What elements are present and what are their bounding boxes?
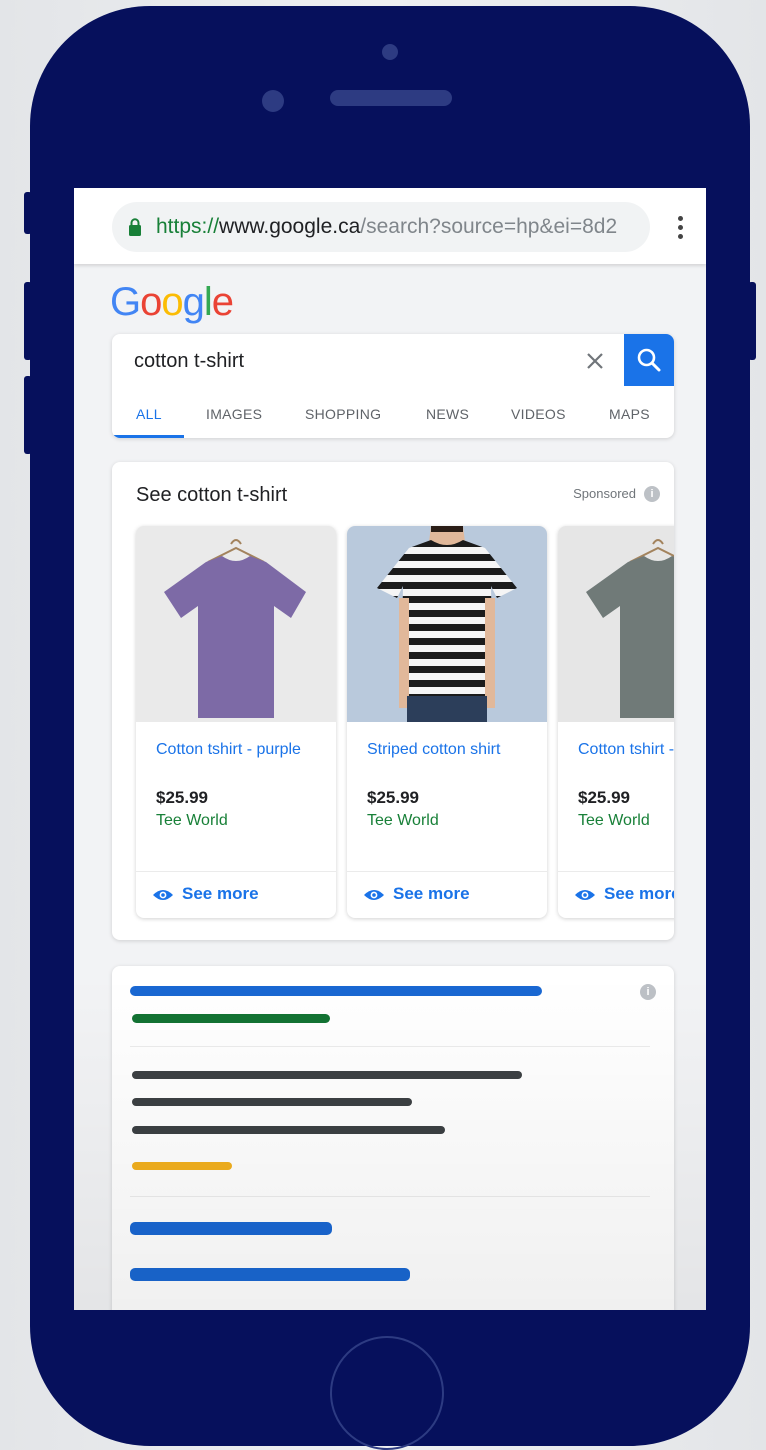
url-scheme: https:// <box>156 215 220 238</box>
more-vert-icon[interactable] <box>678 216 684 240</box>
info-icon[interactable]: i <box>640 984 656 1000</box>
product-price: $25.99 <box>578 788 630 807</box>
result-link-placeholder <box>130 1268 410 1281</box>
eye-icon <box>575 890 595 900</box>
product-store: Tee World <box>156 812 228 829</box>
product-image-striped-shirt <box>347 526 547 722</box>
product-name[interactable]: Cotton tshirt - grey <box>578 738 674 762</box>
google-logo: Google <box>110 280 234 325</box>
front-camera <box>262 90 284 112</box>
logo-letter: o <box>140 280 162 324</box>
sponsored-label: Sponsored <box>573 486 636 501</box>
shopping-ads-card: See cotton t-shirt Sponsored i Cotton ts… <box>112 462 674 940</box>
home-button[interactable] <box>330 1336 444 1450</box>
result-snippet-placeholder <box>132 1071 522 1079</box>
lock-icon <box>129 218 141 236</box>
result-url-placeholder <box>132 1014 330 1023</box>
product-card[interactable]: Cotton tshirt - grey $25.99 Tee World Se… <box>558 526 674 918</box>
browser-toolbar: https://www.google.ca/search?source=hp&e… <box>74 188 706 264</box>
result-rating-placeholder <box>132 1162 232 1170</box>
sensor-dot <box>382 44 398 60</box>
info-icon[interactable]: i <box>644 486 660 502</box>
see-more-button[interactable]: See more <box>136 871 336 918</box>
logo-letter: G <box>110 280 141 324</box>
earpiece-speaker <box>330 90 452 106</box>
product-name[interactable]: Striped cotton shirt <box>367 738 537 762</box>
product-card[interactable]: Cotton tshirt - purple $25.99 Tee World … <box>136 526 336 918</box>
url-host: www.google.ca <box>219 215 361 238</box>
divider <box>130 1046 650 1047</box>
active-tab-indicator <box>112 435 184 438</box>
search-icon <box>637 348 661 372</box>
result-title-placeholder <box>130 986 542 996</box>
see-more-label: See more <box>182 884 259 903</box>
url-path: /search?source=hp&ei=8d2 <box>360 215 618 238</box>
logo-letter: l <box>203 280 213 324</box>
result-snippet-placeholder <box>132 1126 445 1134</box>
logo-letter: e <box>211 280 234 324</box>
see-more-label: See more <box>604 884 674 903</box>
close-icon[interactable] <box>582 348 608 374</box>
see-more-label: See more <box>393 884 470 903</box>
tab-maps[interactable]: MAPS <box>609 406 650 422</box>
tab-all[interactable]: ALL <box>136 406 162 422</box>
ads-title: See cotton t-shirt <box>136 484 288 506</box>
product-price: $25.99 <box>156 788 208 807</box>
product-image-purple-tshirt <box>136 526 336 722</box>
result-snippet-placeholder <box>132 1098 412 1106</box>
eye-icon <box>153 890 173 900</box>
logo-letter: o <box>161 280 183 324</box>
product-image-grey-tshirt <box>558 526 674 722</box>
product-store: Tee World <box>578 812 650 829</box>
volume-down-button <box>24 376 32 454</box>
eye-icon <box>364 890 384 900</box>
product-store: Tee World <box>367 812 439 829</box>
tab-shopping[interactable]: SHOPPING <box>305 406 381 422</box>
address-bar[interactable]: https://www.google.ca/search?source=hp&e… <box>112 202 650 252</box>
search-result-placeholder[interactable]: i <box>112 966 674 1310</box>
see-more-button[interactable]: See more <box>347 871 547 918</box>
tab-images[interactable]: IMAGES <box>206 406 262 422</box>
search-button[interactable] <box>624 334 674 386</box>
search-tabs: ALL IMAGES SHOPPING NEWS VIDEOS MAPS <box>112 386 674 438</box>
product-name[interactable]: Cotton tshirt - purple <box>156 738 326 762</box>
search-box: cotton t-shirt ALL IMAGES SHOPPING NEWS … <box>112 334 674 438</box>
result-link-placeholder <box>130 1222 332 1235</box>
product-price: $25.99 <box>367 788 419 807</box>
see-more-button[interactable]: See more <box>558 871 674 918</box>
power-button <box>748 282 756 360</box>
url-text: https://www.google.ca/search?source=hp&e… <box>156 215 617 239</box>
divider <box>130 1196 650 1197</box>
product-card[interactable]: Striped cotton shirt $25.99 Tee World Se… <box>347 526 547 918</box>
tab-videos[interactable]: VIDEOS <box>511 406 566 422</box>
logo-letter: g <box>182 280 205 324</box>
tab-news[interactable]: NEWS <box>426 406 469 422</box>
mute-switch <box>24 192 32 234</box>
phone-screen: https://www.google.ca/search?source=hp&e… <box>74 188 706 1310</box>
search-input[interactable]: cotton t-shirt <box>134 350 244 373</box>
volume-up-button <box>24 282 32 360</box>
